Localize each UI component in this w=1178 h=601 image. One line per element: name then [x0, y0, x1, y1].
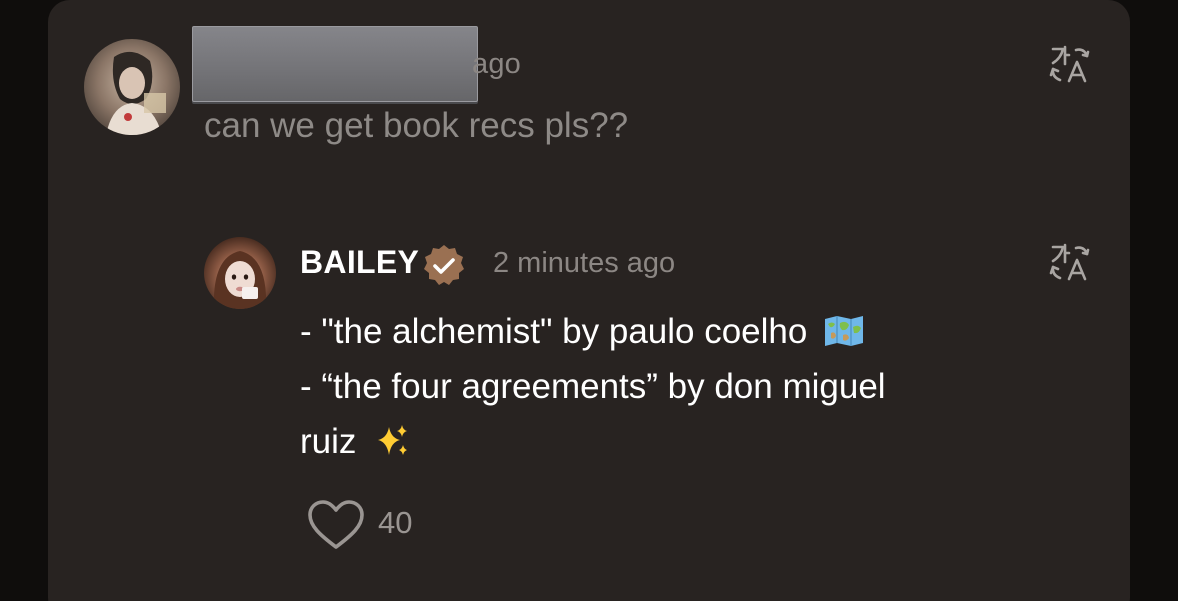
reply-line: ruiz	[300, 414, 1020, 469]
commenter-avatar[interactable]	[84, 39, 180, 135]
verified-badge-icon	[420, 242, 468, 290]
reply-author-name[interactable]: BAILEY	[300, 244, 419, 281]
redacted-username	[192, 26, 478, 102]
translate-icon[interactable]	[1049, 44, 1091, 84]
world-map-emoji	[823, 308, 865, 346]
reply-line: - “the four agreements” by don miguel	[300, 367, 886, 406]
translate-icon[interactable]	[1049, 242, 1091, 282]
like-count: 40	[378, 505, 413, 540]
comment-timestamp: ago	[472, 48, 521, 80]
reply-author-avatar[interactable]	[204, 237, 276, 309]
comment-text: can we get book recs pls??	[204, 106, 629, 145]
reply-text: - "the alchemist" by paulo coelho - “the…	[300, 304, 1020, 469]
heart-icon[interactable]	[306, 498, 366, 552]
reply-timestamp: 2 minutes ago	[493, 247, 676, 279]
reply-line: - "the alchemist" by paulo coelho	[300, 304, 1020, 359]
sparkles-emoji	[374, 420, 410, 456]
